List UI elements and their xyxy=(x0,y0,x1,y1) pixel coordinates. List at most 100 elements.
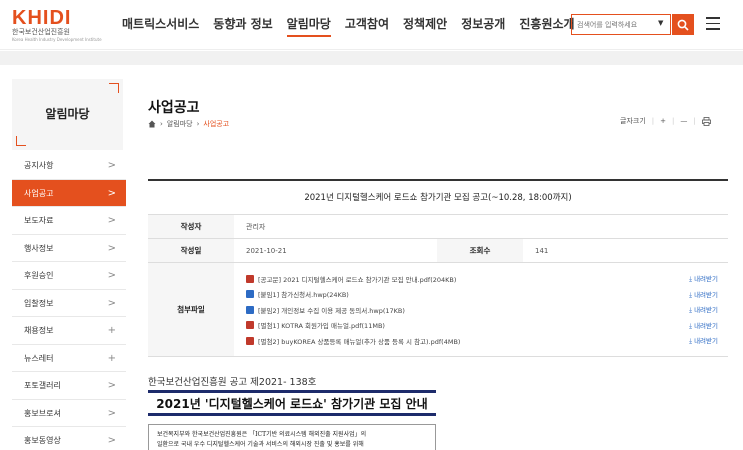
pdf-file-icon xyxy=(246,321,254,330)
table-row: 작성자 관리자 xyxy=(148,215,728,239)
table-row: 작성일 2021-10-21 조회수 141 xyxy=(148,239,728,263)
sidebar-item-press[interactable]: 보도자료 > xyxy=(12,207,126,235)
page-title: 사업공고 xyxy=(148,100,200,116)
font-size-label: 글자크기 xyxy=(620,117,646,125)
pdf-file-icon xyxy=(246,336,254,345)
announcement-line: 보건복지부와 한국보건산업진흥원은 「ICT기반 의료시스템 해외진출 지원사업… xyxy=(157,431,367,438)
attachment-name[interactable]: [붙임2] 개인정보 수집 이용 제공 동의서.hwp(17KB) xyxy=(258,305,405,315)
table-row: 첨부파일 [공고문] 2021 디지털헬스케어 로드쇼 참가기관 모집 안내.p… xyxy=(148,263,728,357)
nav-item-disclosure[interactable]: 정보공개 xyxy=(461,15,505,37)
chevron-right-icon: > xyxy=(107,297,116,309)
font-size-tools: 글자크기 | + | — | xyxy=(620,116,711,126)
attachment-name[interactable]: [붙임1] 참가신청서.hwp(24KB) xyxy=(258,289,349,299)
sidebar-item-videos[interactable]: 홍보동영상 > xyxy=(12,427,126,450)
sidebar-item-label: 보도자료 xyxy=(24,216,54,225)
hamburger-menu-icon[interactable] xyxy=(706,17,720,31)
chevron-right-icon: > xyxy=(107,407,116,419)
chevron-right-icon: > xyxy=(107,435,116,446)
download-link[interactable]: ⤓ 내려받기 xyxy=(689,273,718,284)
sidebar-item-newsletter[interactable]: 뉴스레터 + xyxy=(12,345,126,372)
sidebar-item-jobs[interactable]: 채용정보 + xyxy=(12,317,126,345)
attachment-item[interactable]: [붙임2] 개인정보 수집 이용 제공 동의서.hwp(17KB) ⤓ 내려받기 xyxy=(246,302,718,318)
sidebar-item-label: 입찰정보 xyxy=(24,298,54,308)
hwp-file-icon xyxy=(246,290,254,299)
nav-item-customer[interactable]: 고객참여 xyxy=(345,15,389,37)
sidebar-item-notices[interactable]: 공지사항 > xyxy=(12,152,126,180)
sidebar-item-label: 행사정보 xyxy=(24,243,54,253)
sidebar-menu: 공지사항 > 사업공고 > 보도자료 > 행사정보 > 후원승인 > 입찰정보 > 채용정보… xyxy=(12,152,126,450)
breadcrumb-separator: › xyxy=(196,120,200,128)
plus-icon: + xyxy=(107,325,116,336)
search-button[interactable] xyxy=(672,14,694,35)
download-label: 내려받기 xyxy=(694,275,718,284)
search-scope-caret-icon[interactable]: ▼ xyxy=(658,19,663,27)
chevron-right-icon: > xyxy=(107,160,116,171)
download-link[interactable]: ⤓ 내려받기 xyxy=(689,289,718,300)
download-label: 내려받기 xyxy=(694,337,718,346)
attachment-item[interactable]: [별첨1] KOTRA 회원가입 매뉴얼.pdf(11MB) ⤓ 내려받기 xyxy=(246,318,718,334)
nav-item-policy[interactable]: 정책제안 xyxy=(403,15,447,37)
date-value: 2021-10-21 xyxy=(246,246,287,255)
download-label: 내려받기 xyxy=(694,321,718,330)
attachments-label: 첨부파일 xyxy=(148,263,234,356)
sidebar-item-brochure[interactable]: 홍보브로셔 > xyxy=(12,400,126,427)
download-link[interactable]: ⤓ 내려받기 xyxy=(689,304,718,315)
attachment-name[interactable]: [별첨2] buyKOREA 상품등록 매뉴얼(추가 상품 등록 시 참고).p… xyxy=(258,336,460,346)
nav-item-trends[interactable]: 동향과 정보 xyxy=(213,15,272,37)
download-label: 내려받기 xyxy=(694,306,718,315)
nav-item-matrix[interactable]: 매트릭스서비스 xyxy=(122,15,199,37)
hwp-file-icon xyxy=(246,305,254,314)
font-increase-icon[interactable]: + xyxy=(660,117,666,125)
views-label: 조회수 xyxy=(437,239,523,262)
attachment-name[interactable]: [공고문] 2021 디지털헬스케어 로드쇼 참가기관 모집 안내.pdf(20… xyxy=(258,274,456,284)
attachment-name[interactable]: [별첨1] KOTRA 회원가입 매뉴얼.pdf(11MB) xyxy=(258,320,385,330)
notice-detail-table: 2021년 디지털헬스케어 로드쇼 참가기관 모집 공고(~10.28, 18:… xyxy=(148,179,728,357)
nav-item-notice[interactable]: 알림마당 xyxy=(286,15,331,37)
sidebar-title: 알림마당 xyxy=(45,107,90,121)
chevron-right-icon: > xyxy=(107,270,116,281)
site-header: KHIDI 한국보건산업진흥원 Korea Health Industry De… xyxy=(0,0,743,50)
search-box: ▼ xyxy=(571,14,671,35)
attachment-item[interactable]: [별첨2] buyKOREA 상품등록 매뉴얼(추가 상품 등록 시 참고).p… xyxy=(246,333,718,349)
announcement-banner: 2021년 '디지털헬스케어 로드쇼' 참가기관 모집 안내 xyxy=(148,390,436,416)
sidebar-item-photo-gallery[interactable]: 포토갤러리 > xyxy=(12,372,126,400)
sidebar-item-events[interactable]: 행사정보 > xyxy=(12,235,126,262)
divider: | xyxy=(672,117,675,125)
main-nav: 매트릭스서비스 동향과 정보 알림마당 고객참여 정책제안 정보공개 진흥원소개 xyxy=(122,15,589,37)
plus-icon: + xyxy=(107,352,116,364)
font-decrease-icon[interactable]: — xyxy=(680,117,687,125)
search-input[interactable] xyxy=(572,15,650,34)
download-link[interactable]: ⤓ 내려받기 xyxy=(689,320,718,331)
attachment-item[interactable]: [공고문] 2021 디지털헬스케어 로드쇼 참가기관 모집 안내.pdf(20… xyxy=(246,271,718,287)
logo-subtitle-en: Korea Health Industry Development Instit… xyxy=(12,37,102,42)
breadcrumb: › 알림마당 › 사업공고 xyxy=(148,119,229,129)
breadcrumb-separator: › xyxy=(160,120,163,128)
header-band xyxy=(0,51,743,65)
chevron-right-icon: > xyxy=(107,242,116,254)
author-label: 작성자 xyxy=(148,215,234,238)
sidebar-item-sponsorship[interactable]: 후원승인 > xyxy=(12,262,126,290)
sidebar-item-label: 홍보브로셔 xyxy=(24,408,61,418)
announcement-number: 한국보건산업진흥원 공고 제2021- 138호 xyxy=(148,377,317,388)
download-link[interactable]: ⤓ 내려받기 xyxy=(689,335,718,346)
print-icon[interactable] xyxy=(701,116,711,126)
download-label: 내려받기 xyxy=(694,290,718,299)
sidebar-header: 알림마당 xyxy=(12,79,123,150)
breadcrumb-item[interactable]: 알림마당 xyxy=(167,119,193,129)
attachment-list: [공고문] 2021 디지털헬스케어 로드쇼 참가기관 모집 안내.pdf(20… xyxy=(234,263,728,356)
attachment-item[interactable]: [붙임1] 참가신청서.hwp(24KB) ⤓ 내려받기 xyxy=(246,287,718,303)
pdf-file-icon xyxy=(246,274,254,283)
site-logo[interactable]: KHIDI 한국보건산업진흥원 Korea Health Industry De… xyxy=(12,8,102,42)
chevron-right-icon: > xyxy=(107,380,116,391)
home-icon[interactable] xyxy=(148,120,156,128)
sidebar-item-bidding[interactable]: 입찰정보 > xyxy=(12,290,126,317)
announcement-line: 일환으로 국내 우수 디지털헬스케어 기술과 서비스의 해외시장 진출 및 홍보… xyxy=(157,441,364,448)
sidebar-item-label: 포토갤러리 xyxy=(24,381,61,390)
views-value: 141 xyxy=(535,246,549,255)
divider: | xyxy=(693,117,696,125)
sidebar-item-label: 홍보동영상 xyxy=(24,436,61,445)
nav-item-about[interactable]: 진흥원소개 xyxy=(519,15,574,37)
author-value: 관리자 xyxy=(246,222,266,231)
notice-title: 2021년 디지털헬스케어 로드쇼 참가기관 모집 공고(~10.28, 18:… xyxy=(148,181,728,215)
sidebar-item-business-notices[interactable]: 사업공고 > xyxy=(12,179,126,207)
